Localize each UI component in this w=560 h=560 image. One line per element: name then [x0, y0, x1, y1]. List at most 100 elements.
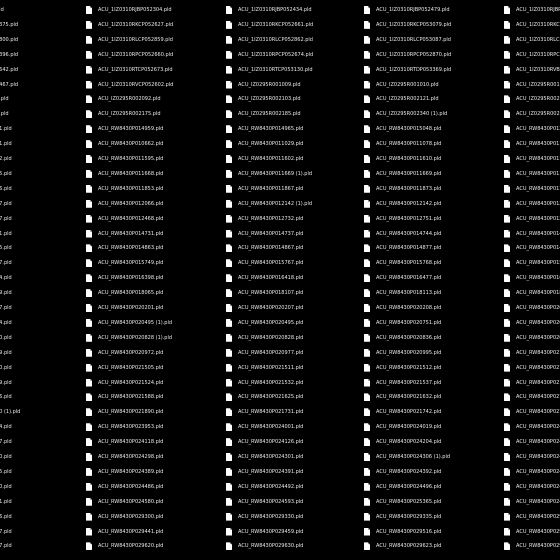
file-item[interactable]: 80 (1).pld	[0, 405, 20, 419]
file-item[interactable]: 21.pld	[0, 227, 12, 241]
file-item[interactable]: 57.pld	[0, 256, 12, 270]
file-item[interactable]: ACU_RW8430P012751.pld	[364, 212, 441, 226]
file-item[interactable]: ACU_RW8430P020995.pld	[364, 346, 441, 360]
file-item[interactable]: pld	[0, 3, 4, 17]
file-item[interactable]: ACU_RW8430P024306 (1).pld	[364, 450, 450, 464]
file-item[interactable]: ACU_RW8430P029441.pld	[86, 525, 163, 539]
file-item[interactable]: ACU_RW8430P029330.pld	[226, 510, 303, 524]
file-item[interactable]: ACU_1IZ0310RPCP052870.pld	[364, 48, 451, 62]
file-item[interactable]: ACU_RW8430P029516.pld	[364, 525, 441, 539]
file-item[interactable]: ACU_RW8430P024204.pld	[364, 435, 441, 449]
file-item[interactable]: ACU_RW8430P025365.pld	[364, 495, 441, 509]
file-item[interactable]: ACU_RW8430P0165	[504, 271, 560, 285]
file-item[interactable]: ACU_1IZ0310RKCP052627.pld	[86, 18, 173, 32]
file-item[interactable]: 2642.pld	[0, 63, 18, 77]
file-item[interactable]: ACU_1IZ0310RVBP	[504, 63, 560, 77]
file-item[interactable]: ACU_RW8430P0121	[504, 197, 560, 211]
file-item[interactable]: ACU_RW8430P0127	[504, 212, 560, 226]
file-item[interactable]: ACU_RW8430P0243	[504, 450, 560, 464]
file-item[interactable]: ACU_RW8430P011595.pld	[86, 152, 163, 166]
file-item[interactable]: ACU_RW8430P029620.pld	[86, 539, 163, 553]
file-item[interactable]: ACU_RW8430P020201.pld	[86, 301, 163, 315]
file-item[interactable]: ACU_1IZ0310RKCP052661.pld	[226, 18, 313, 32]
file-item[interactable]: ACU_RW8430P011669.pld	[364, 167, 441, 181]
file-item[interactable]: 30.pld	[0, 480, 12, 494]
file-item[interactable]: ACU_RW8430P021505.pld	[86, 361, 163, 375]
file-item[interactable]: ACU_RW8430P024492.pld	[226, 480, 303, 494]
file-item[interactable]: ACU_IZ0295R001009.pld	[226, 78, 301, 92]
file-item[interactable]: 5375.pld	[0, 18, 18, 32]
file-item[interactable]: ACU_RW8430P020495 (1).pld	[86, 316, 172, 330]
file-item[interactable]: ACU_RW8430P0242	[504, 435, 560, 449]
file-item[interactable]: 60.pld	[0, 450, 12, 464]
file-item[interactable]: ACU_1IZ0310RLCP052862.pld	[226, 33, 313, 47]
file-item[interactable]: ACU_RW8430P021632.pld	[364, 390, 441, 404]
file-item[interactable]: ACU_RW8430P021512.pld	[364, 361, 441, 375]
file-item[interactable]: ACU_RW8430P0215	[504, 376, 560, 390]
file-item[interactable]: ACU_RW8430P0295	[504, 525, 560, 539]
file-item[interactable]: ACU_1IZ0310RVCP052602.pld	[86, 78, 173, 92]
file-item[interactable]: 54.pld	[0, 271, 12, 285]
file-item[interactable]: ACU_RW8430P016418.pld	[226, 271, 303, 285]
file-item[interactable]: ACU_RW8430P011610.pld	[364, 152, 441, 166]
file-item[interactable]: ACU_RW8430P014737.pld	[226, 227, 303, 241]
file-item[interactable]: ACU_1IZ0310RLCP052859.pld	[86, 33, 173, 47]
file-item[interactable]: ACU_RW8430P012142 (1).pld	[226, 197, 312, 211]
file-item[interactable]: ACU_RW8430P0181	[504, 286, 560, 300]
file-item[interactable]: ACU_RW8430P029623.pld	[364, 539, 441, 553]
file-item[interactable]: ACU_RW8430P024391.pld	[226, 465, 303, 479]
file-item[interactable]: 9.pld	[0, 92, 9, 106]
file-item[interactable]: ACU_RW8430P018107.pld	[226, 286, 303, 300]
file-item[interactable]: ACU_RW8430P021532.pld	[226, 376, 303, 390]
file-item[interactable]: ACU_RW8430P021524.pld	[86, 376, 163, 390]
file-item[interactable]: ACU_RW8430P015768.pld	[364, 256, 441, 270]
file-item[interactable]: ACU_RW8430P024126.pld	[226, 435, 303, 449]
file-item[interactable]: 71.pld	[0, 137, 12, 151]
file-item[interactable]: ACU_RW8430P0202	[504, 301, 560, 315]
file-item[interactable]: ACU_RW8430P011669 (1).pld	[226, 167, 312, 181]
file-item[interactable]: ACU_RW8430P0240	[504, 420, 560, 434]
file-item[interactable]: ACU_1IZ0310RKCP	[504, 18, 560, 32]
file-item[interactable]: ACU_IZ0295R002121.pld	[364, 92, 439, 106]
file-item[interactable]: ACU_1IZ0310RJBP052434.pld	[226, 3, 312, 17]
file-item[interactable]: ACU_RW8430P021537.pld	[364, 376, 441, 390]
file-item[interactable]: ACU_1IZ0310RJBP052479.pld	[364, 3, 450, 17]
file-item[interactable]: 0.pld	[0, 107, 9, 121]
file-item[interactable]: ACU_RW8430P014959.pld	[86, 122, 163, 136]
file-item[interactable]: 2467.pld	[0, 78, 18, 92]
file-item[interactable]: ACU_IZ0295R002340 (1).pld	[364, 107, 447, 121]
file-item[interactable]: 15.pld	[0, 465, 12, 479]
file-item[interactable]: ACU_RW8430P0116	[504, 167, 560, 181]
file-item[interactable]: 21.pld	[0, 122, 12, 136]
file-item[interactable]: ACU_IZ0295R002092.pld	[86, 92, 161, 106]
file-item[interactable]: ACU_RW8430P0218	[504, 405, 560, 419]
file-item[interactable]: ACU_IZ0295R002	[504, 92, 560, 106]
file-item[interactable]: ACU_RW8430P0215	[504, 361, 560, 375]
file-item[interactable]: ACU_1IZ0310RKCP053079.pld	[364, 18, 451, 32]
file-item[interactable]: ACU_RW8430P021588.pld	[86, 390, 163, 404]
file-item[interactable]: ACU_1IZ0310RPCP052674.pld	[226, 48, 313, 62]
file-item[interactable]: ACU_RW8430P020751.pld	[364, 316, 441, 330]
file-item[interactable]: 46.pld	[0, 182, 12, 196]
file-item[interactable]: ACU_1IZ0310RJBP052304.pld	[86, 3, 172, 17]
file-item[interactable]: ACU_RW8430P024298.pld	[86, 450, 163, 464]
file-item[interactable]: ACU_IZ0295R001010.pld	[364, 78, 439, 92]
file-item[interactable]: 85.pld	[0, 167, 12, 181]
file-item[interactable]: ACU_1IZ0310RJBP	[504, 3, 560, 17]
file-item[interactable]: ACU_RW8430P021625.pld	[226, 390, 303, 404]
file-item[interactable]: ACU_1IZ0310RPCP052660.pld	[86, 48, 173, 62]
file-item[interactable]: ACU_RW8430P015048.pld	[364, 122, 441, 136]
file-item[interactable]: ACU_RW8430P0147	[504, 227, 560, 241]
file-item[interactable]: ACU_RW8430P0208	[504, 331, 560, 345]
file-item[interactable]: 79.pld	[0, 286, 12, 300]
file-item[interactable]: ACU_RW8430P024486.pld	[86, 480, 163, 494]
file-item[interactable]: ACU_RW8430P021731.pld	[226, 405, 303, 419]
file-item[interactable]: ACU_RW8430P020207.pld	[226, 301, 303, 315]
file-item[interactable]: 57.pld	[0, 197, 12, 211]
file-item[interactable]: ACU_RW8430P015749.pld	[86, 256, 163, 270]
file-item[interactable]: ACU_RW8430P015767.pld	[226, 256, 303, 270]
file-item[interactable]: ACU_RW8430P014877.pld	[364, 241, 441, 255]
file-item[interactable]: ACU_RW8430P011602.pld	[226, 152, 303, 166]
file-item[interactable]: ACU_RW8430P0210	[504, 346, 560, 360]
file-item[interactable]: ACU_RW8430P0124	[504, 122, 560, 136]
